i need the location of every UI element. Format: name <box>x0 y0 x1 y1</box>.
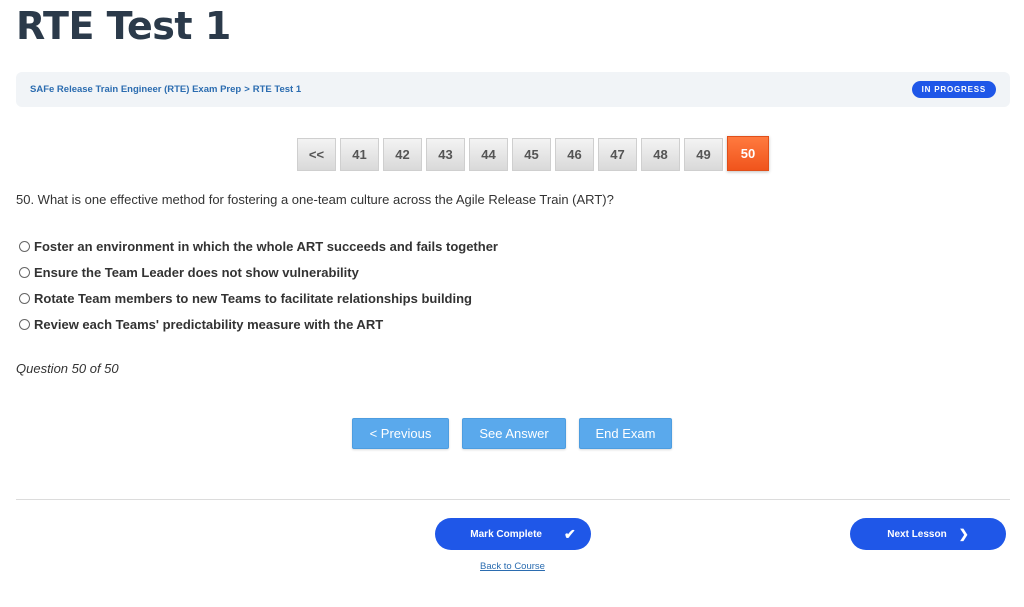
pager-page-46[interactable]: 46 <box>555 138 594 171</box>
pager-page-45[interactable]: 45 <box>512 138 551 171</box>
radio-button[interactable] <box>19 318 30 330</box>
answer-option-label: Foster an environment in which the whole… <box>34 238 498 254</box>
pager-page-44[interactable]: 44 <box>469 138 508 171</box>
pager-page-41[interactable]: 41 <box>340 138 379 171</box>
answer-option[interactable]: Foster an environment in which the whole… <box>19 233 498 259</box>
breadcrumb-bar: SAFe Release Train Engineer (RTE) Exam P… <box>16 72 1010 107</box>
breadcrumb: SAFe Release Train Engineer (RTE) Exam P… <box>30 84 301 95</box>
pager-page-43[interactable]: 43 <box>426 138 465 171</box>
page-title: RTE Test 1 <box>16 4 231 48</box>
mark-complete-label: Mark Complete <box>470 528 542 540</box>
previous-button[interactable]: < Previous <box>352 418 449 449</box>
next-lesson-label: Next Lesson <box>887 528 947 540</box>
answer-option-label: Ensure the Team Leader does not show vul… <box>34 264 359 280</box>
radio-button[interactable] <box>19 292 30 304</box>
breadcrumb-separator: > <box>244 84 250 95</box>
answer-options: Foster an environment in which the whole… <box>19 233 498 337</box>
back-to-course-link[interactable]: Back to Course <box>480 561 545 572</box>
radio-button[interactable] <box>19 240 30 252</box>
pager-page-42[interactable]: 42 <box>383 138 422 171</box>
breadcrumb-course-link[interactable]: SAFe Release Train Engineer (RTE) Exam P… <box>30 84 241 95</box>
pager-page-48[interactable]: 48 <box>641 138 680 171</box>
status-badge: IN PROGRESS <box>911 81 996 98</box>
question-text: 50. What is one effective method for fos… <box>16 192 614 207</box>
chevron-right-icon: ❯ <box>958 527 969 541</box>
end-exam-button[interactable]: End Exam <box>579 418 672 449</box>
pager-page-47[interactable]: 47 <box>598 138 637 171</box>
pager-page-49[interactable]: 49 <box>684 138 723 171</box>
answer-option-label: Review each Teams' predictability measur… <box>34 316 384 332</box>
radio-button[interactable] <box>19 266 30 278</box>
question-count: Question 50 of 50 <box>16 361 119 376</box>
answer-option[interactable]: Review each Teams' predictability measur… <box>19 311 498 337</box>
next-lesson-button[interactable]: Next Lesson ❯ <box>850 518 1006 550</box>
pager-page-50-active[interactable]: 50 <box>727 136 769 171</box>
mark-complete-button[interactable]: Mark Complete ✔ <box>435 518 591 550</box>
question-pager: << 41 42 43 44 45 46 47 48 49 50 <box>297 136 769 171</box>
see-answer-button[interactable]: See Answer <box>462 418 566 449</box>
answer-option-label: Rotate Team members to new Teams to faci… <box>34 290 472 306</box>
pager-prev-button[interactable]: << <box>297 138 336 171</box>
answer-option[interactable]: Ensure the Team Leader does not show vul… <box>19 259 498 285</box>
answer-option[interactable]: Rotate Team members to new Teams to faci… <box>19 285 498 311</box>
breadcrumb-current-link[interactable]: RTE Test 1 <box>253 84 301 95</box>
divider <box>16 499 1010 500</box>
exam-buttons: < Previous See Answer End Exam <box>352 418 672 449</box>
check-icon: ✔ <box>563 525 576 542</box>
